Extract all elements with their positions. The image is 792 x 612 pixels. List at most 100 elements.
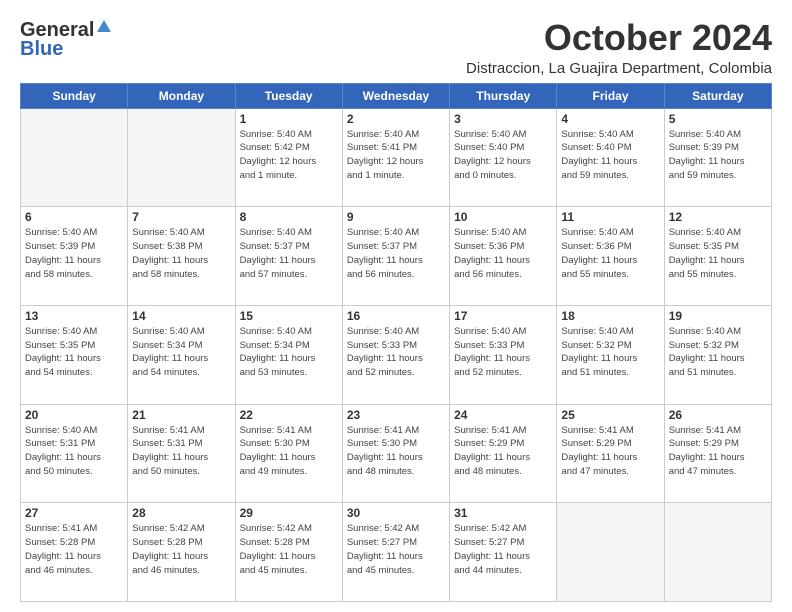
day-info: Sunrise: 5:41 AMSunset: 5:29 PMDaylight:… — [454, 424, 552, 479]
day-number: 17 — [454, 309, 552, 323]
calendar-cell: 1 Sunrise: 5:40 AMSunset: 5:42 PMDaylight… — [235, 108, 342, 207]
calendar-week-row-2: 6 Sunrise: 5:40 AMSunset: 5:39 PMDaylight… — [21, 207, 772, 306]
day-number: 19 — [669, 309, 767, 323]
calendar-cell — [21, 108, 128, 207]
calendar-cell: 6 Sunrise: 5:40 AMSunset: 5:39 PMDaylight… — [21, 207, 128, 306]
day-number: 30 — [347, 506, 445, 520]
day-number: 26 — [669, 408, 767, 422]
calendar-cell: 26 Sunrise: 5:41 AMSunset: 5:29 PMDayligh… — [664, 404, 771, 503]
day-number: 8 — [240, 210, 338, 224]
calendar-cell: 18 Sunrise: 5:40 AMSunset: 5:32 PMDayligh… — [557, 305, 664, 404]
calendar-cell: 3Sunrise: 5:40 AMSunset: 5:40 PMDaylight… — [450, 108, 557, 207]
day-info: Sunrise: 5:41 AMSunset: 5:29 PMDaylight:… — [669, 424, 767, 479]
calendar-cell: 29Sunrise: 5:42 AMSunset: 5:28 PMDayligh… — [235, 503, 342, 602]
calendar-cell: 21 Sunrise: 5:41 AMSunset: 5:31 PMDayligh… — [128, 404, 235, 503]
calendar-cell: 27 Sunrise: 5:41 AMSunset: 5:28 PMDayligh… — [21, 503, 128, 602]
calendar-cell: 19Sunrise: 5:40 AMSunset: 5:32 PMDayligh… — [664, 305, 771, 404]
day-number: 25 — [561, 408, 659, 422]
day-number: 29 — [240, 506, 338, 520]
day-number: 11 — [561, 210, 659, 224]
calendar-cell — [664, 503, 771, 602]
day-number: 10 — [454, 210, 552, 224]
day-info: Sunrise: 5:40 AMSunset: 5:42 PMDaylight:… — [240, 128, 338, 183]
day-number: 21 — [132, 408, 230, 422]
day-number: 5 — [669, 112, 767, 126]
logo-icon — [95, 18, 113, 36]
day-number: 23 — [347, 408, 445, 422]
calendar-cell: 14 Sunrise: 5:40 AMSunset: 5:34 PMDayligh… — [128, 305, 235, 404]
day-number: 13 — [25, 309, 123, 323]
calendar-week-row-4: 20 Sunrise: 5:40 AMSunset: 5:31 PMDayligh… — [21, 404, 772, 503]
day-info: Sunrise: 5:40 AMSunset: 5:34 PMDaylight:… — [240, 325, 338, 380]
header-saturday: Saturday — [664, 83, 771, 108]
calendar-cell: 31Sunrise: 5:42 AMSunset: 5:27 PMDayligh… — [450, 503, 557, 602]
day-info: Sunrise: 5:40 AMSunset: 5:33 PMDaylight:… — [454, 325, 552, 380]
logo-blue: Blue — [20, 38, 63, 61]
header: General Blue October 2024 Distraccion, L… — [20, 18, 772, 77]
calendar-cell: 30 Sunrise: 5:42 AMSunset: 5:27 PMDayligh… — [342, 503, 449, 602]
day-info: Sunrise: 5:40 AMSunset: 5:32 PMDaylight:… — [561, 325, 659, 380]
calendar-cell — [128, 108, 235, 207]
day-number: 27 — [25, 506, 123, 520]
day-number: 18 — [561, 309, 659, 323]
calendar-table: Sunday Monday Tuesday Wednesday Thursday… — [20, 83, 772, 602]
calendar-cell: 23 Sunrise: 5:41 AMSunset: 5:30 PMDayligh… — [342, 404, 449, 503]
day-number: 16 — [347, 309, 445, 323]
day-number: 7 — [132, 210, 230, 224]
day-info: Sunrise: 5:41 AMSunset: 5:30 PMDaylight:… — [240, 424, 338, 479]
calendar-week-row-5: 27 Sunrise: 5:41 AMSunset: 5:28 PMDayligh… — [21, 503, 772, 602]
day-number: 22 — [240, 408, 338, 422]
day-info: Sunrise: 5:40 AMSunset: 5:40 PMDaylight:… — [561, 128, 659, 183]
calendar-cell: 17 Sunrise: 5:40 AMSunset: 5:33 PMDayligh… — [450, 305, 557, 404]
day-number: 14 — [132, 309, 230, 323]
day-number: 15 — [240, 309, 338, 323]
calendar-cell: 24Sunrise: 5:41 AMSunset: 5:29 PMDayligh… — [450, 404, 557, 503]
day-info: Sunrise: 5:40 AMSunset: 5:34 PMDaylight:… — [132, 325, 230, 380]
day-number: 31 — [454, 506, 552, 520]
title-block: October 2024 Distraccion, La Guajira Dep… — [466, 18, 772, 77]
calendar-cell: 5 Sunrise: 5:40 AMSunset: 5:39 PMDaylight… — [664, 108, 771, 207]
day-info: Sunrise: 5:41 AMSunset: 5:31 PMDaylight:… — [132, 424, 230, 479]
calendar-cell: 22 Sunrise: 5:41 AMSunset: 5:30 PMDayligh… — [235, 404, 342, 503]
day-info: Sunrise: 5:40 AMSunset: 5:38 PMDaylight:… — [132, 226, 230, 281]
day-info: Sunrise: 5:40 AMSunset: 5:35 PMDaylight:… — [25, 325, 123, 380]
day-number: 1 — [240, 112, 338, 126]
calendar-cell: 28 Sunrise: 5:42 AMSunset: 5:28 PMDayligh… — [128, 503, 235, 602]
calendar-cell: 10Sunrise: 5:40 AMSunset: 5:36 PMDayligh… — [450, 207, 557, 306]
page: General Blue October 2024 Distraccion, L… — [0, 0, 792, 612]
calendar-cell: 9 Sunrise: 5:40 AMSunset: 5:37 PMDaylight… — [342, 207, 449, 306]
calendar-cell: 11Sunrise: 5:40 AMSunset: 5:36 PMDayligh… — [557, 207, 664, 306]
location-subtitle: Distraccion, La Guajira Department, Colo… — [466, 60, 772, 77]
calendar-cell: 25 Sunrise: 5:41 AMSunset: 5:29 PMDayligh… — [557, 404, 664, 503]
day-info: Sunrise: 5:41 AMSunset: 5:29 PMDaylight:… — [561, 424, 659, 479]
day-info: Sunrise: 5:40 AMSunset: 5:41 PMDaylight:… — [347, 128, 445, 183]
day-number: 6 — [25, 210, 123, 224]
day-number: 3 — [454, 112, 552, 126]
day-number: 2 — [347, 112, 445, 126]
month-title: October 2024 — [466, 18, 772, 58]
calendar-cell — [557, 503, 664, 602]
day-info: Sunrise: 5:42 AMSunset: 5:28 PMDaylight:… — [132, 522, 230, 577]
day-info: Sunrise: 5:41 AMSunset: 5:30 PMDaylight:… — [347, 424, 445, 479]
header-tuesday: Tuesday — [235, 83, 342, 108]
calendar-cell: 16Sunrise: 5:40 AMSunset: 5:33 PMDayligh… — [342, 305, 449, 404]
calendar-cell: 2 Sunrise: 5:40 AMSunset: 5:41 PMDaylight… — [342, 108, 449, 207]
calendar-cell: 20 Sunrise: 5:40 AMSunset: 5:31 PMDayligh… — [21, 404, 128, 503]
calendar-cell: 12Sunrise: 5:40 AMSunset: 5:35 PMDayligh… — [664, 207, 771, 306]
day-number: 28 — [132, 506, 230, 520]
header-wednesday: Wednesday — [342, 83, 449, 108]
header-sunday: Sunday — [21, 83, 128, 108]
day-info: Sunrise: 5:41 AMSunset: 5:28 PMDaylight:… — [25, 522, 123, 577]
calendar-cell: 13 Sunrise: 5:40 AMSunset: 5:35 PMDayligh… — [21, 305, 128, 404]
calendar-cell: 7 Sunrise: 5:40 AMSunset: 5:38 PMDaylight… — [128, 207, 235, 306]
day-number: 20 — [25, 408, 123, 422]
header-monday: Monday — [128, 83, 235, 108]
day-info: Sunrise: 5:40 AMSunset: 5:31 PMDaylight:… — [25, 424, 123, 479]
day-number: 9 — [347, 210, 445, 224]
logo: General Blue — [20, 18, 114, 61]
day-info: Sunrise: 5:42 AMSunset: 5:27 PMDaylight:… — [347, 522, 445, 577]
day-info: Sunrise: 5:40 AMSunset: 5:39 PMDaylight:… — [669, 128, 767, 183]
day-number: 4 — [561, 112, 659, 126]
day-info: Sunrise: 5:40 AMSunset: 5:37 PMDaylight:… — [347, 226, 445, 281]
day-info: Sunrise: 5:40 AMSunset: 5:39 PMDaylight:… — [25, 226, 123, 281]
